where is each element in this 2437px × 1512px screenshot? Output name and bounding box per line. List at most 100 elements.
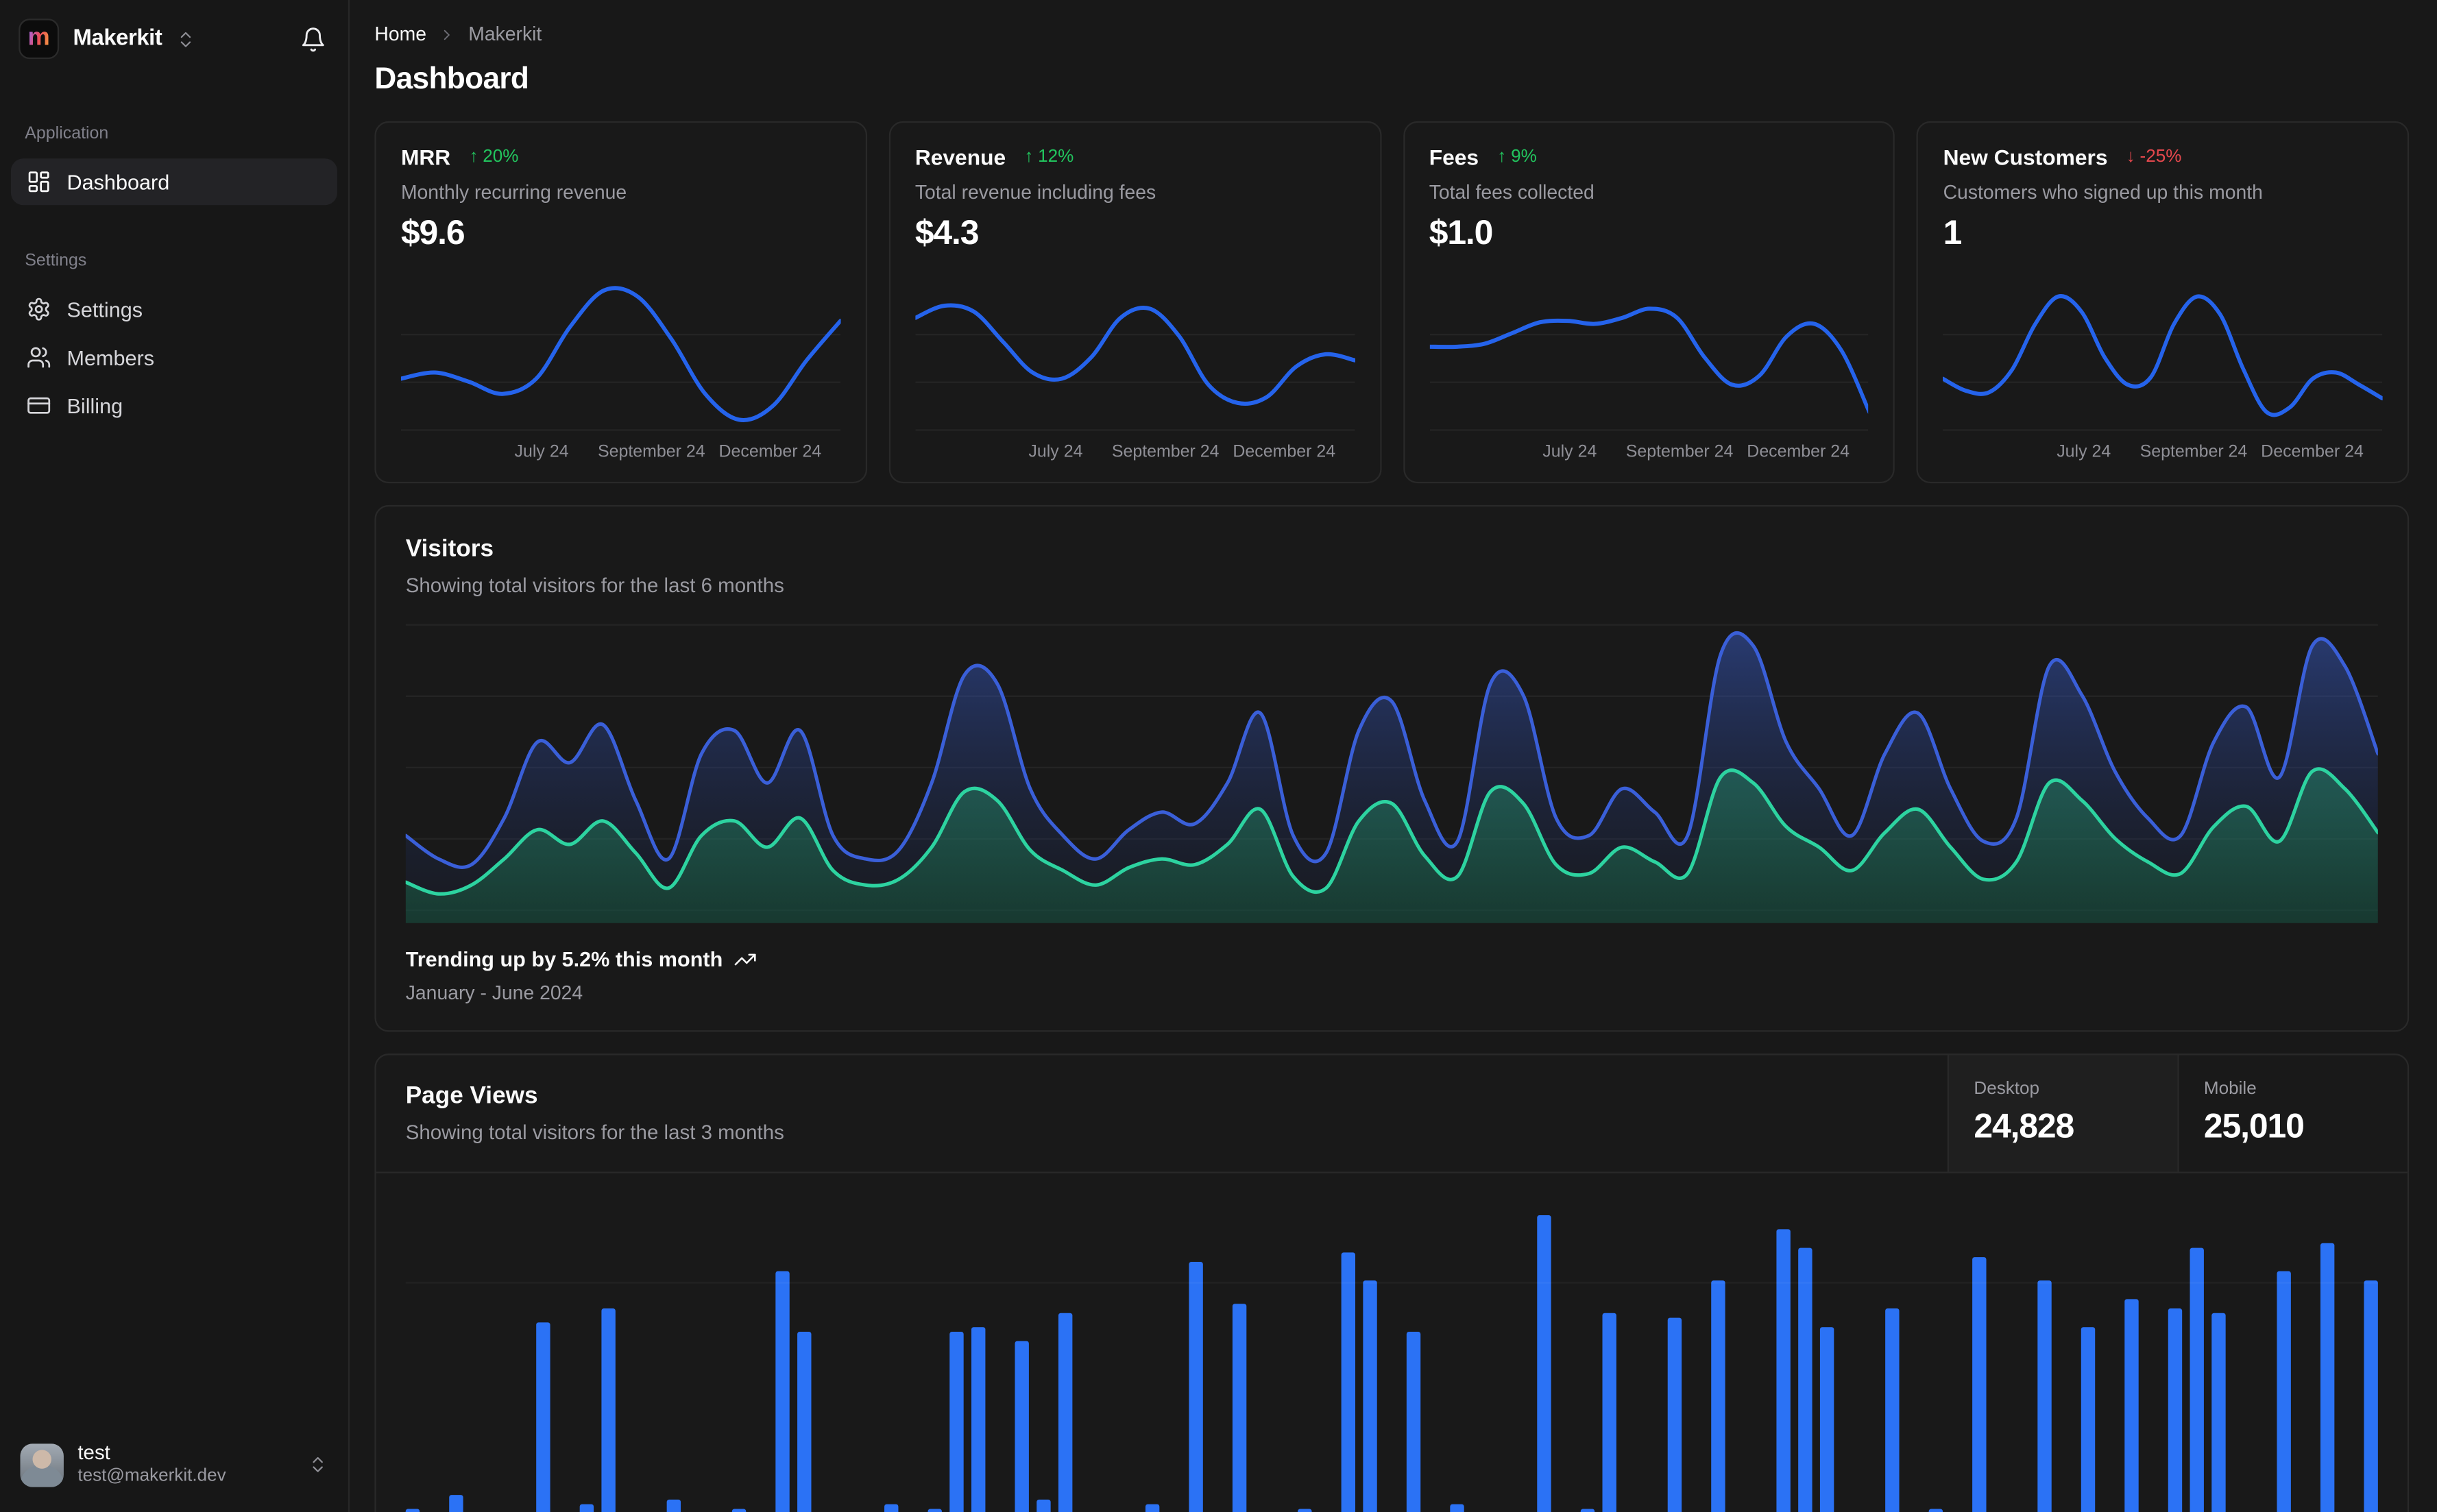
- bar: [1406, 1332, 1421, 1512]
- sidebar-item-settings[interactable]: Settings: [11, 286, 337, 332]
- bar: [1798, 1247, 1812, 1512]
- bar: [1015, 1341, 1029, 1512]
- sidebar: m Makerkit Application Dashboard Setting…: [0, 0, 350, 1512]
- bar: [1341, 1252, 1356, 1512]
- visitors-title: Visitors: [405, 536, 494, 563]
- bar: [1232, 1304, 1247, 1512]
- bar: [884, 1504, 899, 1512]
- bar: [1602, 1313, 1616, 1512]
- bar: [2211, 1313, 2226, 1512]
- bar: [2037, 1280, 2052, 1512]
- arrow-up-icon: ↑: [469, 147, 478, 167]
- visitors-card: Visitors Showing total visitors for the …: [374, 504, 2410, 1032]
- sidebar-item-label: Dashboard: [66, 170, 170, 194]
- bar: [1776, 1229, 1791, 1512]
- bar: [1667, 1317, 1682, 1512]
- stat-card-fees: Fees ↑ 9% Total fees collected $1.0 July …: [1403, 121, 1895, 484]
- visitors-footer: Trending up by 5.2% this month: [406, 948, 2378, 971]
- nav-section-settings: Settings: [25, 252, 87, 271]
- bar: [1189, 1261, 1203, 1512]
- trend-badge: ↑ 12%: [1024, 147, 1074, 167]
- stat-description: Customers who signed up this month: [1943, 182, 2263, 204]
- bar: [666, 1499, 681, 1512]
- bar: [971, 1327, 986, 1512]
- page-views-metrics: Desktop 24,828 Mobile 25,010: [1947, 1055, 2408, 1172]
- stat-value: $9.6: [400, 212, 465, 252]
- user-avatar: [20, 1443, 64, 1487]
- stat-cards-row: MRR ↑ 20% Monthly recurring revenue $9.6 …: [374, 121, 2410, 484]
- stat-value: $4.3: [914, 212, 980, 252]
- workspace-selector[interactable]: m Makerkit: [19, 19, 196, 60]
- page-views-subtitle: Showing total visitors for the last 3 mo…: [405, 1120, 784, 1144]
- visitors-area-chart: [405, 624, 2378, 923]
- bar: [2364, 1280, 2378, 1512]
- bar: [1298, 1509, 1312, 1512]
- chevrons-up-down-icon: [313, 1456, 323, 1472]
- visitors-period: January - June 2024: [405, 981, 583, 1004]
- credit-card-icon: [27, 397, 51, 414]
- bar: [449, 1495, 463, 1512]
- breadcrumb: Home Makerkit: [374, 23, 2409, 45]
- logo-letter: m: [27, 25, 50, 51]
- main-content: Home Makerkit Dashboard MRR ↑ 20% Monthly…: [350, 0, 2437, 1512]
- trend-badge: ↑ 20%: [469, 147, 519, 167]
- chevrons-up-down-icon: [181, 31, 191, 47]
- bar: [536, 1322, 550, 1512]
- page-views-card: Page Views Showing total visitors for th…: [374, 1053, 2410, 1512]
- bar: [1537, 1215, 1551, 1512]
- breadcrumb-current: Makerkit: [468, 23, 542, 45]
- visitors-subtitle: Showing total visitors for the last 6 mo…: [405, 573, 784, 597]
- trend-summary: Trending up by 5.2% this month: [405, 948, 723, 972]
- bar: [797, 1332, 812, 1512]
- bar: [1145, 1504, 1160, 1512]
- chevron-right-icon: [444, 29, 450, 40]
- user-meta: test test@makerkit.dev: [77, 1441, 226, 1487]
- bar: [1885, 1308, 1900, 1512]
- sidebar-item-billing[interactable]: Billing: [11, 382, 337, 429]
- bar: [731, 1509, 747, 1512]
- bar: [2168, 1308, 2183, 1512]
- bar: [601, 1308, 616, 1512]
- bar: [1819, 1327, 1834, 1512]
- bar: [2277, 1271, 2291, 1512]
- bar: [1972, 1257, 1987, 1512]
- sidebar-item-members[interactable]: Members: [11, 334, 337, 380]
- fees-sparkline-chart: [1429, 306, 1869, 431]
- dashboard-grid-icon: [28, 171, 49, 193]
- stat-title: New Customers: [1943, 144, 2108, 170]
- page-title: Dashboard: [374, 62, 529, 97]
- gear-icon: [28, 297, 49, 321]
- bar: [949, 1332, 964, 1512]
- nav-section-application: Application: [25, 124, 109, 143]
- bar: [1928, 1509, 1943, 1512]
- sidebar-item-label: Members: [66, 345, 155, 369]
- bar: [2190, 1247, 2204, 1512]
- bar: [2124, 1299, 2139, 1512]
- sidebar-item-dashboard[interactable]: Dashboard: [10, 158, 337, 206]
- gridline: [405, 1282, 2378, 1284]
- stat-description: Monthly recurring revenue: [400, 182, 627, 204]
- new-customers-sparkline-chart: [1943, 294, 2383, 431]
- arrow-up-icon: ↑: [1497, 147, 1507, 167]
- metric-mobile[interactable]: Mobile 25,010: [2177, 1055, 2408, 1172]
- bar: [579, 1504, 594, 1512]
- user-menu[interactable]: test test@makerkit.dev: [11, 1436, 337, 1493]
- mrr-sparkline-chart: [400, 286, 840, 431]
- metric-desktop[interactable]: Desktop 24,828: [1947, 1055, 2178, 1172]
- users-icon: [27, 347, 51, 368]
- sidebar-item-label: Settings: [66, 297, 143, 321]
- x-axis-ticks: July 24 September 24 December 24: [2057, 443, 2364, 462]
- breadcrumb-home[interactable]: Home: [374, 23, 426, 45]
- makerkit-logo: m: [19, 19, 60, 60]
- bar: [1580, 1509, 1595, 1512]
- makerkit-dashboard-app: m Makerkit Application Dashboard Setting…: [0, 0, 2437, 1512]
- stat-card-new-customers: New Customers ↓ -25% Customers who signed…: [1917, 121, 2410, 484]
- sidebar-header: m Makerkit: [11, 16, 337, 60]
- x-axis-ticks: July 24 September 24 December 24: [1542, 443, 1850, 462]
- bar: [775, 1271, 790, 1512]
- bar: [1711, 1280, 1725, 1512]
- bar: [1450, 1504, 1464, 1512]
- notifications-button[interactable]: [297, 23, 330, 56]
- stat-card-mrr: MRR ↑ 20% Monthly recurring revenue $9.6 …: [374, 121, 867, 484]
- workspace-name: Makerkit: [73, 26, 162, 51]
